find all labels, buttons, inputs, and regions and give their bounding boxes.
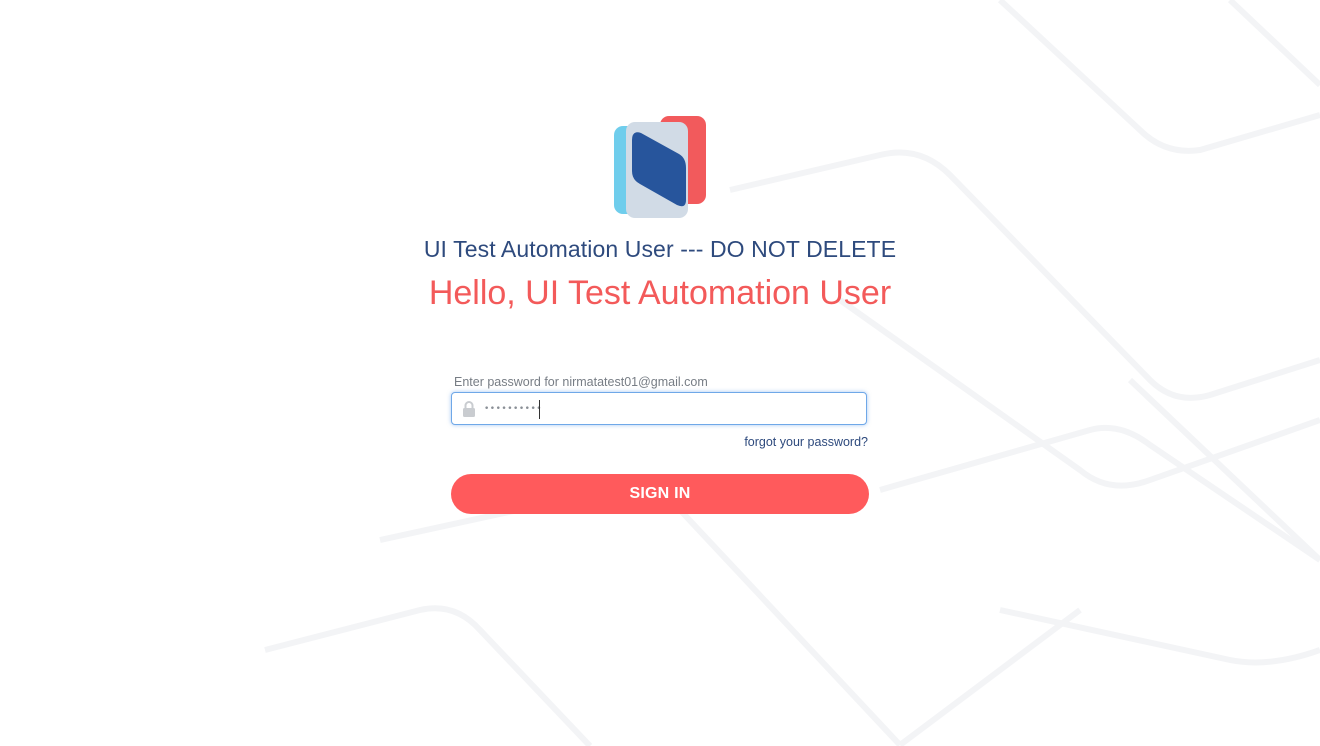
greeting-heading: Hello, UI Test Automation User xyxy=(428,274,892,312)
sign-in-button[interactable]: SIGN IN xyxy=(451,474,869,514)
organization-name: UI Test Automation User --- DO NOT DELET… xyxy=(423,236,897,262)
password-field[interactable] xyxy=(451,392,867,425)
background-pattern xyxy=(264,0,1320,746)
password-field-label: Enter password for nirmatatest01@gmail.c… xyxy=(454,375,708,389)
nirmata-logo xyxy=(614,116,706,218)
text-caret xyxy=(539,400,540,419)
login-page: UI Test Automation User --- DO NOT DELET… xyxy=(0,0,1320,746)
lock-icon xyxy=(463,401,475,417)
forgot-password-link[interactable]: forgot your password? xyxy=(744,435,868,449)
